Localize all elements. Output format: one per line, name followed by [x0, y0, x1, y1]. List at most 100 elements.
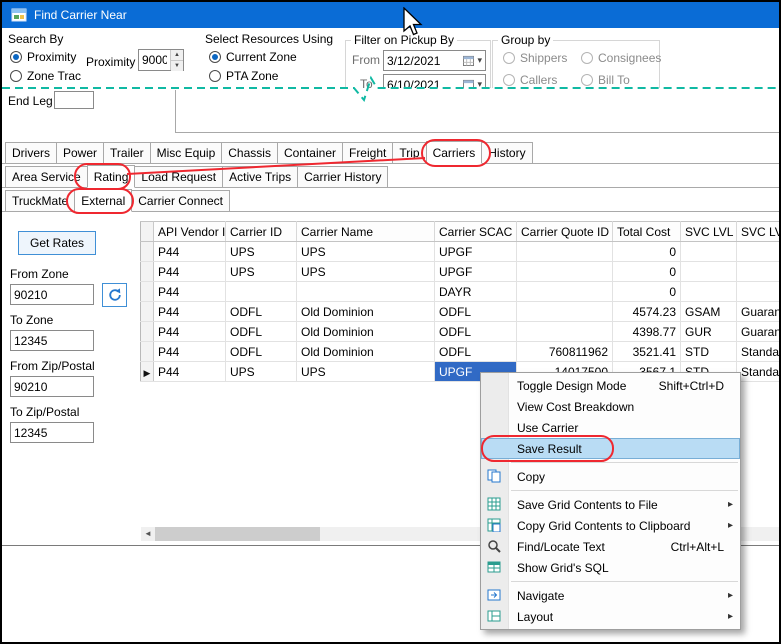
- grid-cell[interactable]: [681, 282, 737, 302]
- to-zip-input[interactable]: [10, 422, 94, 443]
- grid-cell[interactable]: STD: [681, 342, 737, 362]
- grid-cell[interactable]: UPS: [226, 262, 297, 282]
- tab-misc-equip[interactable]: Misc Equip: [150, 142, 223, 163]
- grid-cell[interactable]: ODFL: [435, 302, 517, 322]
- grid-cell[interactable]: GUR: [681, 322, 737, 342]
- radio-proximity[interactable]: Proximity: [10, 50, 76, 64]
- tab-chassis[interactable]: Chassis: [221, 142, 278, 163]
- row-selector[interactable]: [141, 282, 154, 302]
- grid-cell[interactable]: 760811962: [517, 342, 613, 362]
- spinner-up-icon[interactable]: ▲: [171, 50, 183, 61]
- tab-power[interactable]: Power: [56, 142, 104, 163]
- grid-cell[interactable]: ODFL: [226, 302, 297, 322]
- grid-cell[interactable]: ODFL: [226, 322, 297, 342]
- grid-cell[interactable]: Standard: [737, 362, 781, 382]
- get-rates-button[interactable]: Get Rates: [18, 231, 96, 255]
- tab-drivers[interactable]: Drivers: [5, 142, 57, 163]
- column-header-total-cost[interactable]: Total Cost: [613, 222, 681, 242]
- grid-cell[interactable]: UPS: [297, 362, 435, 382]
- grid-cell[interactable]: P44: [154, 242, 226, 262]
- row-selector[interactable]: [141, 302, 154, 322]
- radio-pta-zone[interactable]: PTA Zone: [209, 69, 278, 83]
- grid-cell[interactable]: [737, 282, 781, 302]
- grid-cell[interactable]: Old Dominion: [297, 302, 435, 322]
- tab-container[interactable]: Container: [277, 142, 343, 163]
- tab-carrier-history[interactable]: Carrier History: [297, 166, 388, 187]
- menu-item-show-grids-sql[interactable]: Show Grid's SQL: [481, 557, 740, 578]
- row-selector[interactable]: ▶: [141, 362, 154, 382]
- tab-carriers[interactable]: Carriers: [426, 141, 483, 164]
- grid-cell[interactable]: [517, 262, 613, 282]
- tab-rating[interactable]: Rating: [87, 165, 136, 188]
- column-header-carrier-scac[interactable]: Carrier SCAC: [435, 222, 517, 242]
- from-zone-input[interactable]: [10, 284, 94, 305]
- grid-cell[interactable]: [737, 262, 781, 282]
- grid-cell[interactable]: 0: [613, 262, 681, 282]
- scrollbar-thumb[interactable]: [155, 527, 320, 541]
- grid-cell[interactable]: Old Dominion: [297, 342, 435, 362]
- menu-item-toggle-design-mode[interactable]: Toggle Design Mode Shift+Ctrl+D: [481, 375, 740, 396]
- grid-cell[interactable]: ODFL: [226, 342, 297, 362]
- spinner-down-icon[interactable]: ▼: [171, 61, 183, 71]
- grid-cell[interactable]: [681, 262, 737, 282]
- row-selector[interactable]: [141, 242, 154, 262]
- pickup-to-date[interactable]: 6/10/2021 ▾: [383, 74, 486, 88]
- grid-cell[interactable]: 0: [613, 242, 681, 262]
- tab-freight[interactable]: Freight: [342, 142, 393, 163]
- menu-item-find-locate-text[interactable]: Find/Locate Text Ctrl+Alt+L: [481, 536, 740, 557]
- refresh-zones-button[interactable]: [102, 283, 127, 307]
- tab-history[interactable]: History: [481, 142, 532, 163]
- grid-cell[interactable]: P44: [154, 302, 226, 322]
- row-selector[interactable]: [141, 262, 154, 282]
- grid-cell[interactable]: [517, 302, 613, 322]
- grid-cell[interactable]: 3521.41: [613, 342, 681, 362]
- grid-cell[interactable]: P44: [154, 282, 226, 302]
- grid-cell[interactable]: UPGF: [435, 242, 517, 262]
- tab-area-service[interactable]: Area Service: [5, 166, 88, 187]
- menu-item-save-result[interactable]: Save Result: [481, 438, 740, 459]
- end-leg-input[interactable]: [54, 91, 94, 109]
- to-zone-input[interactable]: [10, 330, 94, 351]
- tab-load-request[interactable]: Load Request: [134, 166, 223, 187]
- grid-cell[interactable]: UPGF: [435, 262, 517, 282]
- scroll-left-icon[interactable]: ◄: [141, 527, 155, 541]
- menu-item-save-grid-contents-to-file[interactable]: Save Grid Contents to File ▸: [481, 494, 740, 515]
- grid-cell[interactable]: P44: [154, 362, 226, 382]
- menu-item-layout[interactable]: Layout ▸: [481, 606, 740, 627]
- menu-item-copy-grid-contents-to-clipboard[interactable]: Copy Grid Contents to Clipboard ▸: [481, 515, 740, 536]
- menu-item-use-carrier[interactable]: Use Carrier: [481, 417, 740, 438]
- grid-cell[interactable]: UPS: [297, 242, 435, 262]
- grid-cell[interactable]: [737, 242, 781, 262]
- grid-cell[interactable]: [297, 282, 435, 302]
- tab-carrier-connect[interactable]: Carrier Connect: [131, 190, 230, 211]
- grid-cell[interactable]: UPS: [297, 262, 435, 282]
- pickup-from-date[interactable]: 3/12/2021 ▾: [383, 50, 486, 71]
- grid-cell[interactable]: [681, 242, 737, 262]
- proximity-input[interactable]: [139, 50, 170, 70]
- grid-cell[interactable]: 4574.23: [613, 302, 681, 322]
- grid-cell[interactable]: [226, 282, 297, 302]
- grid-cell[interactable]: Old Dominion: [297, 322, 435, 342]
- grid-cell[interactable]: 4398.77: [613, 322, 681, 342]
- tab-external[interactable]: External: [74, 189, 132, 212]
- grid-cell[interactable]: Standard: [737, 342, 781, 362]
- menu-item-navigate[interactable]: Navigate ▸: [481, 585, 740, 606]
- from-zip-input[interactable]: [10, 376, 94, 397]
- grid-cell[interactable]: UPS: [226, 362, 297, 382]
- dropdown-arrow-icon[interactable]: ▾: [477, 79, 482, 88]
- grid-cell[interactable]: [517, 242, 613, 262]
- column-header-carrier-id[interactable]: Carrier ID: [226, 222, 297, 242]
- proximity-stepper[interactable]: ▲ ▼: [138, 49, 184, 71]
- grid-cell[interactable]: GSAM: [681, 302, 737, 322]
- grid-cell[interactable]: [517, 282, 613, 302]
- grid-cell[interactable]: UPS: [226, 242, 297, 262]
- column-header-carrier-name[interactable]: Carrier Name: [297, 222, 435, 242]
- column-header-carrier-quote-id[interactable]: Carrier Quote ID: [517, 222, 613, 242]
- column-header-svc-lvl-d[interactable]: SVC LVL D: [737, 222, 781, 242]
- grid-cell[interactable]: [517, 322, 613, 342]
- tab-active-trips[interactable]: Active Trips: [222, 166, 298, 187]
- menu-item-copy[interactable]: Copy: [481, 466, 740, 487]
- column-header-api-vendor-id[interactable]: API Vendor ID: [154, 222, 226, 242]
- grid-cell[interactable]: Guarante: [737, 322, 781, 342]
- radio-current-zone[interactable]: Current Zone: [209, 50, 297, 64]
